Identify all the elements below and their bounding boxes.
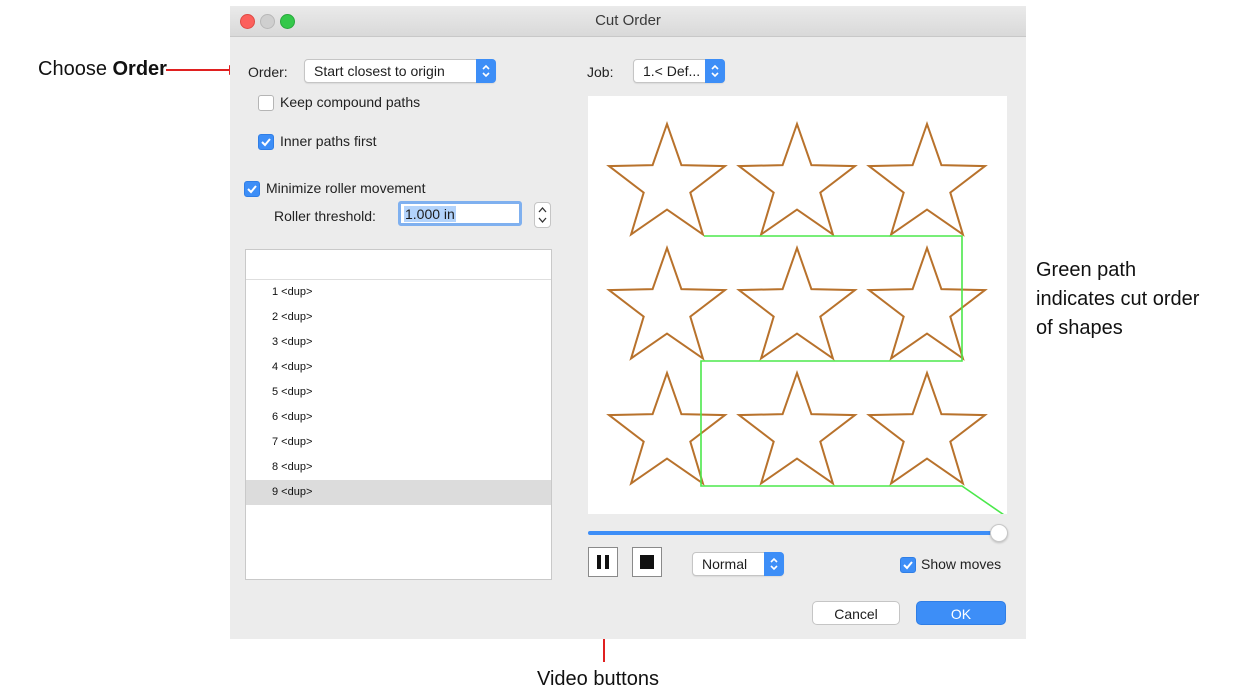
inner-paths-label: Inner paths first (280, 133, 377, 149)
progress-knob[interactable] (990, 524, 1008, 542)
minimize-roller-checkbox[interactable] (244, 181, 260, 197)
cut-order-window: Cut Order Order: Start closest to origin… (230, 6, 1026, 639)
stop-button[interactable] (632, 547, 662, 577)
list-item[interactable]: 4 <dup> (246, 355, 551, 380)
roller-threshold-stepper[interactable] (534, 202, 551, 228)
star-shape (868, 247, 986, 360)
job-popup[interactable]: 1.< Def... (633, 59, 725, 83)
list-item[interactable]: 1 <dup> (246, 280, 551, 305)
order-popup[interactable]: Start closest to origin (304, 59, 496, 83)
list-item-selected[interactable]: 9 <dup> (246, 480, 551, 505)
star-shape (868, 123, 986, 236)
keep-compound-label: Keep compound paths (280, 94, 421, 110)
list-header (246, 250, 551, 280)
list-item[interactable]: 6 <dup> (246, 405, 551, 430)
list-item[interactable]: 3 <dup> (246, 330, 551, 355)
job-label: Job: (587, 64, 614, 80)
list-item[interactable]: 7 <dup> (246, 430, 551, 455)
star-shape (738, 247, 856, 360)
pause-icon (597, 555, 609, 569)
roller-threshold-label: Roller threshold: (274, 208, 376, 224)
checkmark-icon (261, 138, 271, 147)
updown-chevron-icon (538, 207, 547, 223)
updown-chevron-icon (705, 59, 725, 83)
stop-icon (640, 555, 654, 569)
star-shape (738, 372, 856, 485)
show-moves-checkbox[interactable] (900, 557, 916, 573)
window-title: Cut Order (595, 12, 661, 29)
updown-chevron-icon (764, 552, 784, 576)
title-bar: Cut Order (230, 6, 1026, 37)
star-shape (608, 123, 726, 236)
cut-preview-drawing (608, 123, 1008, 518)
inner-paths-checkbox[interactable] (258, 134, 274, 150)
roller-threshold-value: 1.000 in (404, 206, 456, 222)
cancel-button[interactable]: Cancel (812, 601, 900, 625)
speed-popup[interactable]: Normal (692, 552, 784, 576)
progress-track[interactable] (588, 531, 998, 535)
checkmark-icon (247, 185, 257, 194)
checkmark-icon (903, 561, 913, 570)
star-shape (608, 247, 726, 360)
star-shape (738, 123, 856, 236)
roller-threshold-input[interactable]: 1.000 in (398, 201, 522, 226)
keep-compound-checkbox[interactable] (258, 95, 274, 111)
job-popup-value: 1.< Def... (643, 63, 701, 79)
path-list[interactable]: 1 <dup> 2 <dup> 3 <dup> 4 <dup> 5 <dup> … (245, 249, 552, 580)
order-label: Order: (248, 64, 288, 80)
star-shape (868, 372, 986, 485)
star-shape (608, 372, 726, 485)
list-item[interactable]: 2 <dup> (246, 305, 551, 330)
show-moves-label: Show moves (921, 556, 1002, 572)
list-item[interactable]: 5 <dup> (246, 380, 551, 405)
move-path (700, 235, 1008, 518)
updown-chevron-icon (476, 59, 496, 83)
ok-button[interactable]: OK (916, 601, 1006, 625)
speed-popup-value: Normal (702, 556, 748, 572)
order-popup-value: Start closest to origin (314, 63, 445, 79)
pause-button[interactable] (588, 547, 618, 577)
minimize-roller-label: Minimize roller movement (266, 180, 426, 196)
list-item[interactable]: 8 <dup> (246, 455, 551, 480)
cut-preview-canvas (588, 96, 1008, 518)
